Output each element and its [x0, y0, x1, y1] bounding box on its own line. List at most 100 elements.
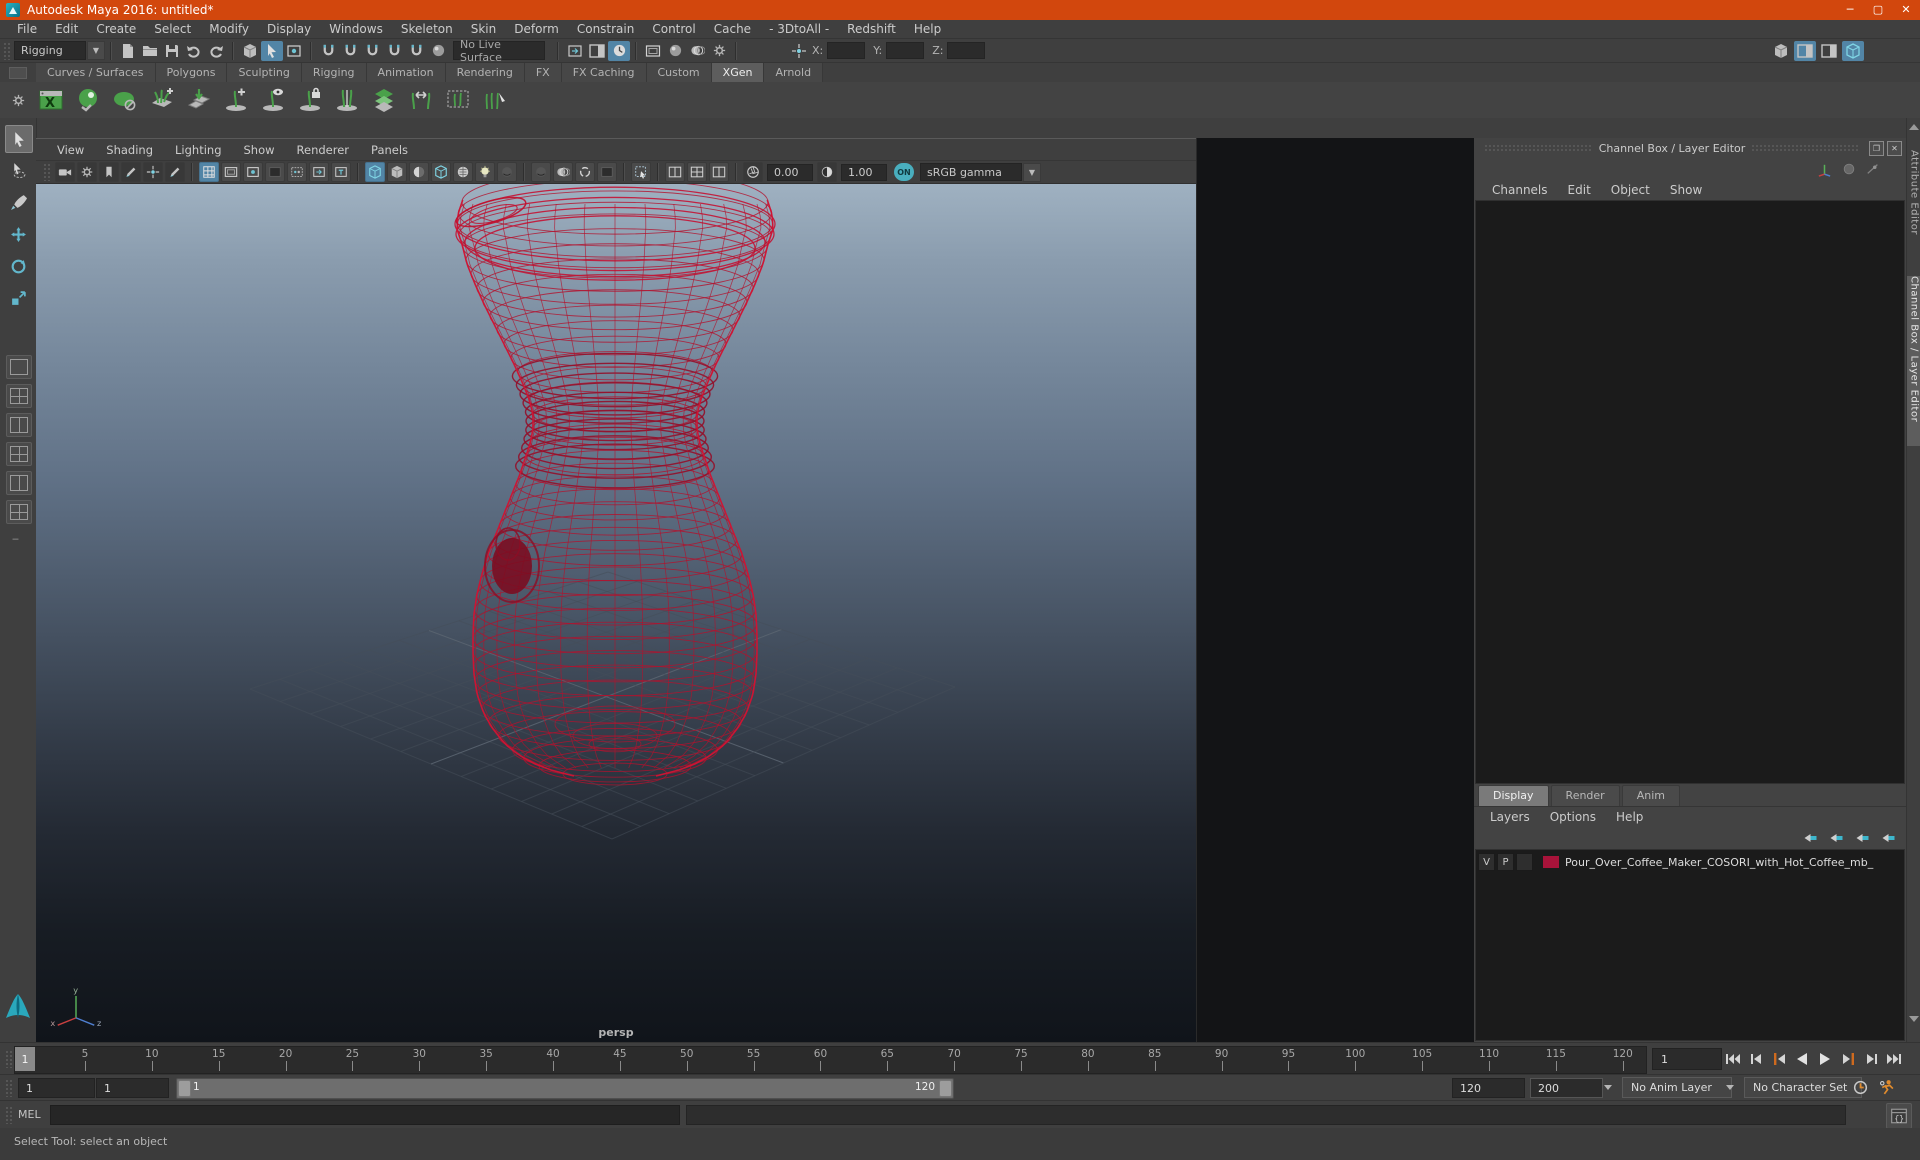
redo-button[interactable]	[205, 41, 227, 61]
image-plane-icon[interactable]	[121, 162, 141, 182]
camera-attributes-icon[interactable]	[77, 162, 97, 182]
panel-menu-item[interactable]: Lighting	[164, 143, 232, 157]
snap-to-grid-button[interactable]	[317, 41, 339, 61]
motion-blur-icon[interactable]	[553, 162, 573, 182]
isolate-select-icon[interactable]	[631, 162, 651, 182]
layer-display-type-toggle[interactable]	[1516, 853, 1533, 871]
sidebar-tab-attribute-editor[interactable]: Attribute Editor	[1907, 150, 1920, 268]
wireframe-on-shaded-icon[interactable]	[365, 162, 385, 182]
empty-panel[interactable]	[1196, 138, 1475, 1042]
open-scene-button[interactable]	[139, 41, 161, 61]
move-tool[interactable]	[5, 221, 31, 247]
xgen-export-selection-icon[interactable]	[184, 85, 214, 115]
xgen-lock-guide-icon[interactable]	[295, 85, 325, 115]
pane-layout-four-icon[interactable]	[687, 162, 707, 182]
live-surface-field[interactable]: No Live Surface	[453, 38, 545, 64]
bookmark-icon[interactable]	[99, 162, 119, 182]
play-backwards-button[interactable]	[1791, 1047, 1813, 1070]
select-object-button[interactable]	[261, 40, 283, 61]
xgen-guide-visibility-icon[interactable]	[258, 85, 288, 115]
smooth-shade-icon[interactable]	[387, 162, 407, 182]
sidebar-scroll-up-icon[interactable]	[1909, 124, 1919, 130]
shelf-gear-icon[interactable]	[11, 93, 26, 108]
layer-editor-menu-item[interactable]: Options	[1540, 810, 1606, 824]
menu-item[interactable]: Modify	[200, 20, 258, 38]
xgen-editor-icon[interactable]: X	[36, 85, 66, 115]
layout-more-button[interactable]: ‒	[12, 532, 19, 545]
channel-list-empty[interactable]	[1475, 200, 1905, 784]
panel-menu-item[interactable]: View	[46, 143, 95, 157]
range-slider-track[interactable]: 1 120	[176, 1078, 954, 1099]
command-input-field[interactable]	[50, 1105, 680, 1125]
film-gate-icon[interactable]	[221, 162, 241, 182]
step-forward-key-button[interactable]	[1837, 1047, 1859, 1070]
grease-pencil-icon[interactable]	[165, 162, 185, 182]
menu-item[interactable]: Select	[145, 20, 200, 38]
shelf-tab[interactable]: FX	[524, 63, 562, 82]
sidebar-scroll-down-icon[interactable]	[1909, 1016, 1919, 1022]
panel-menu-item[interactable]: Shading	[95, 143, 164, 157]
viewport-canvas[interactable]: persp y x z	[36, 184, 1196, 1045]
shelf-tab[interactable]: Arnold	[764, 63, 824, 82]
menu-item[interactable]: Redshift	[838, 20, 905, 38]
channel-box-menu-item[interactable]: Channels	[1482, 183, 1558, 197]
anti-aliasing-icon[interactable]	[575, 162, 595, 182]
shadows-icon[interactable]	[497, 162, 517, 182]
snap-to-view-plane-button[interactable]	[405, 41, 427, 61]
anim-layer-dropdown[interactable]: No Anim Layer	[1622, 1077, 1732, 1098]
toolbar-grip[interactable]	[3, 41, 11, 60]
create-layer-from-selected-icon[interactable]	[1879, 830, 1896, 846]
layout-graph-editor-button[interactable]	[6, 500, 32, 524]
menu-item[interactable]: Constrain	[568, 20, 644, 38]
layout-four-pane-button[interactable]	[6, 384, 32, 408]
new-scene-button[interactable]	[117, 41, 139, 61]
xgen-split-guides-icon[interactable]	[332, 85, 362, 115]
playback-end-field[interactable]: 120	[1452, 1078, 1525, 1098]
menu-item[interactable]: Skin	[462, 20, 506, 38]
current-frame-indicator[interactable]: 1	[15, 1047, 35, 1071]
exposure-icon[interactable]	[743, 162, 763, 182]
pane-layout-two-icon[interactable]	[665, 162, 685, 182]
z-coordinate-field[interactable]	[947, 42, 986, 59]
range-end-handle[interactable]	[939, 1080, 952, 1097]
grid-toggle-icon[interactable]	[199, 162, 219, 182]
move-layer-up-icon[interactable]	[1801, 830, 1818, 846]
bounding-box-icon[interactable]	[431, 162, 451, 182]
layout-single-pane-button[interactable]	[6, 355, 32, 379]
layer-playback-toggle[interactable]: P	[1497, 853, 1514, 871]
anim-layer-dropdown-arrow[interactable]	[1726, 1085, 1734, 1090]
menu-item[interactable]: Display	[258, 20, 320, 38]
channel-box-menu-item[interactable]: Object	[1601, 183, 1660, 197]
minimize-button[interactable]: ─	[1836, 0, 1864, 20]
menu-item[interactable]: Deform	[505, 20, 568, 38]
layout-two-pane-button[interactable]	[6, 471, 32, 495]
shelf-tab[interactable]: Animation	[366, 63, 446, 82]
save-scene-button[interactable]	[161, 41, 183, 61]
toggle-channel-box-button[interactable]	[1842, 40, 1864, 61]
animation-end-field[interactable]: 200	[1530, 1078, 1603, 1098]
show-manipulator-button[interactable]	[1770, 41, 1792, 61]
menu-item[interactable]: Skeleton	[392, 20, 462, 38]
step-back-frame-button[interactable]	[1745, 1047, 1767, 1070]
xgen-width-modifier-icon[interactable]	[406, 85, 436, 115]
xgen-layers-icon[interactable]	[369, 85, 399, 115]
maximize-button[interactable]: ▢	[1864, 0, 1892, 20]
open-render-view-button[interactable]	[642, 41, 664, 61]
panel-close-icon[interactable]: ✕	[1887, 140, 1902, 156]
anim-end-dropdown-arrow[interactable]	[1604, 1085, 1612, 1090]
pane-layout-single-icon[interactable]	[709, 162, 729, 182]
menu-item[interactable]: Control	[643, 20, 704, 38]
animation-start-field[interactable]: 1	[18, 1078, 95, 1098]
play-forwards-button[interactable]	[1814, 1047, 1836, 1070]
step-back-key-button[interactable]	[1768, 1047, 1790, 1070]
shelf-tab[interactable]: Rendering	[445, 63, 525, 82]
xgen-update-preview-icon[interactable]	[73, 85, 103, 115]
contrast-field[interactable]: 1.00	[841, 163, 887, 181]
shelf-tab[interactable]: Sculpting	[227, 63, 302, 82]
make-live-button[interactable]	[427, 41, 449, 61]
channel-box-menu-item[interactable]: Show	[1660, 183, 1712, 197]
layer-editor-tab[interactable]: Render	[1550, 785, 1620, 806]
textured-icon[interactable]	[453, 162, 473, 182]
snap-to-projected-center-button[interactable]	[383, 41, 405, 61]
safe-action-icon[interactable]	[309, 162, 329, 182]
